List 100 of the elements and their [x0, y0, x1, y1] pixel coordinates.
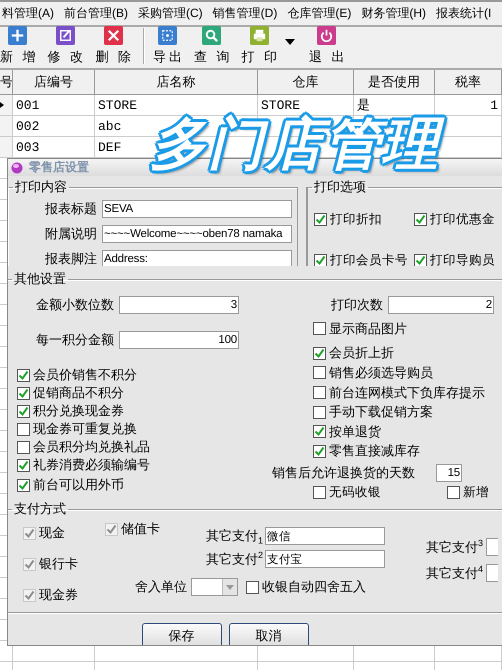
checkbox[interactable]: [246, 580, 259, 594]
group-title: 打印选项: [313, 179, 367, 196]
checkbox[interactable]: [17, 478, 30, 492]
field-label: 每一积分金额: [35, 331, 114, 349]
field-label: 销售后允许退换货的天数: [272, 464, 415, 482]
dialog-button[interactable]: 取消: [228, 623, 308, 645]
row-pointer-icon: [0, 102, 4, 108]
checkbox[interactable]: [17, 386, 30, 400]
text-field[interactable]: 微信: [265, 527, 385, 545]
toolbar-button[interactable]: 打 印: [242, 26, 278, 66]
checkbox-label: 无码收银: [329, 484, 381, 501]
checkbox[interactable]: [313, 366, 326, 380]
checkbox-label: 现金券可重复兑换: [33, 420, 137, 438]
checkbox-label: 现金: [39, 524, 65, 542]
checkbox[interactable]: [313, 406, 326, 419]
number-field[interactable]: 3: [119, 296, 239, 314]
dialog-title: 零售店设置: [29, 159, 89, 176]
menu-item[interactable]: 销售管理(D): [210, 5, 280, 22]
plus-icon: [8, 26, 28, 45]
checkbox-label: 前台可以用外币: [33, 476, 124, 494]
checkbox-label: 会员积分均兑换礼品: [33, 438, 150, 456]
column-header[interactable]: 税率: [435, 70, 502, 95]
toolbar-button[interactable]: 新 增: [0, 26, 36, 66]
toolbar-button[interactable]: 查 询: [194, 26, 230, 66]
toolbar-button[interactable]: 退 出: [309, 26, 345, 66]
checkbox-label: 销售必须选导购员: [329, 364, 433, 382]
column-header[interactable]: 仓库: [258, 70, 354, 95]
toolbar-button[interactable]: 修 改: [48, 26, 84, 66]
column-header[interactable]: 是否使用: [354, 70, 435, 95]
printer-icon: [250, 26, 269, 45]
checkbox-label: 零售直接减库存: [329, 442, 420, 460]
field-label: 打印次数: [330, 296, 383, 314]
checkbox-label: 会员折上折: [329, 344, 394, 362]
checkbox[interactable]: [314, 254, 327, 266]
field-label: 舍入单位: [135, 578, 187, 596]
toolbar-button[interactable]: 导出: [152, 26, 182, 66]
checkbox-label: 收银自动四舍五入: [262, 578, 366, 596]
checkbox-label: 积分兑换现金券: [33, 402, 124, 420]
checkbox[interactable]: [447, 486, 460, 499]
menu-item[interactable]: 前台管理(B): [62, 5, 130, 22]
checkbox-label: 前台连网模式下负库存提示: [329, 384, 485, 402]
caret-icon[interactable]: [285, 39, 296, 45]
text-field[interactable]: Address:: [102, 250, 292, 266]
checkbox[interactable]: [313, 346, 326, 360]
checkbox[interactable]: [313, 444, 326, 458]
export-icon: [158, 26, 177, 45]
edit-icon: [56, 26, 75, 45]
power-icon: [317, 26, 336, 45]
row-header[interactable]: [0, 95, 13, 116]
checkbox[interactable]: [17, 368, 30, 382]
group-title: 其他设置: [13, 270, 67, 288]
checkbox[interactable]: [17, 440, 30, 454]
table-cell: 1: [435, 95, 502, 116]
checkbox-label: 显示商品图片: [329, 320, 407, 338]
checkbox-label: 礼券消费必须输编号: [33, 456, 150, 474]
menu-item[interactable]: 料管理(A): [0, 5, 56, 22]
field-label: 报表脚注: [44, 250, 97, 266]
toolbar-button[interactable]: 删 除: [95, 26, 131, 66]
field-label: 其它支付$^{3}$: [426, 538, 483, 556]
checkbox[interactable]: [313, 486, 326, 499]
dropdown[interactable]: [191, 578, 238, 596]
menu-item[interactable]: 报表统计(I: [434, 5, 494, 22]
field-label: 其它支付$^{4}$: [426, 564, 483, 582]
number-field[interactable]: 15: [436, 464, 462, 482]
group-title: 支付方式: [13, 500, 67, 518]
checkbox-label: 打印折扣: [330, 210, 382, 228]
text-field[interactable]: 支付宝: [265, 550, 385, 568]
column-header[interactable]: 店名称: [95, 70, 258, 95]
checkbox-label: 打印会员卡号: [330, 252, 408, 266]
checkbox[interactable]: [414, 212, 427, 226]
checkbox[interactable]: [17, 422, 30, 436]
number-field[interactable]: 100: [119, 331, 239, 349]
field-label: 报表标题: [44, 200, 97, 218]
checkbox-label: 银行卡: [39, 555, 78, 573]
menu-item[interactable]: 仓库管理(E): [285, 5, 354, 22]
caret-icon: [226, 584, 234, 590]
text-field[interactable]: [486, 538, 498, 556]
field-label: 金额小数位数: [35, 296, 114, 314]
delete-icon: [104, 26, 123, 45]
menu-item[interactable]: 财务管理(H): [359, 5, 428, 22]
checkbox[interactable]: [17, 404, 30, 418]
menu-item[interactable]: 采购管理(C): [136, 5, 205, 22]
checkbox[interactable]: [414, 254, 427, 266]
number-field[interactable]: 2: [388, 296, 494, 314]
text-field[interactable]: ~~~~Welcome~~~~oben78 namaka: [102, 225, 292, 243]
checkbox[interactable]: [314, 212, 327, 226]
checkbox[interactable]: [313, 425, 326, 438]
text-field[interactable]: [486, 564, 498, 582]
checkbox[interactable]: [17, 458, 30, 472]
checkbox-label: 打印导购员: [430, 252, 495, 266]
checkbox-label: 储值卡: [121, 520, 160, 538]
checkbox-label: 现金券: [39, 586, 78, 604]
column-header[interactable]: 店编号: [13, 70, 95, 95]
checkbox-label: 会员价销售不积分: [33, 366, 137, 384]
dialog-button[interactable]: 保存: [142, 623, 222, 645]
orb-icon: [11, 162, 23, 174]
checkbox[interactable]: [313, 386, 326, 400]
checkbox[interactable]: [313, 322, 326, 336]
search-icon: [202, 26, 222, 45]
text-field[interactable]: SEVA: [102, 200, 292, 218]
